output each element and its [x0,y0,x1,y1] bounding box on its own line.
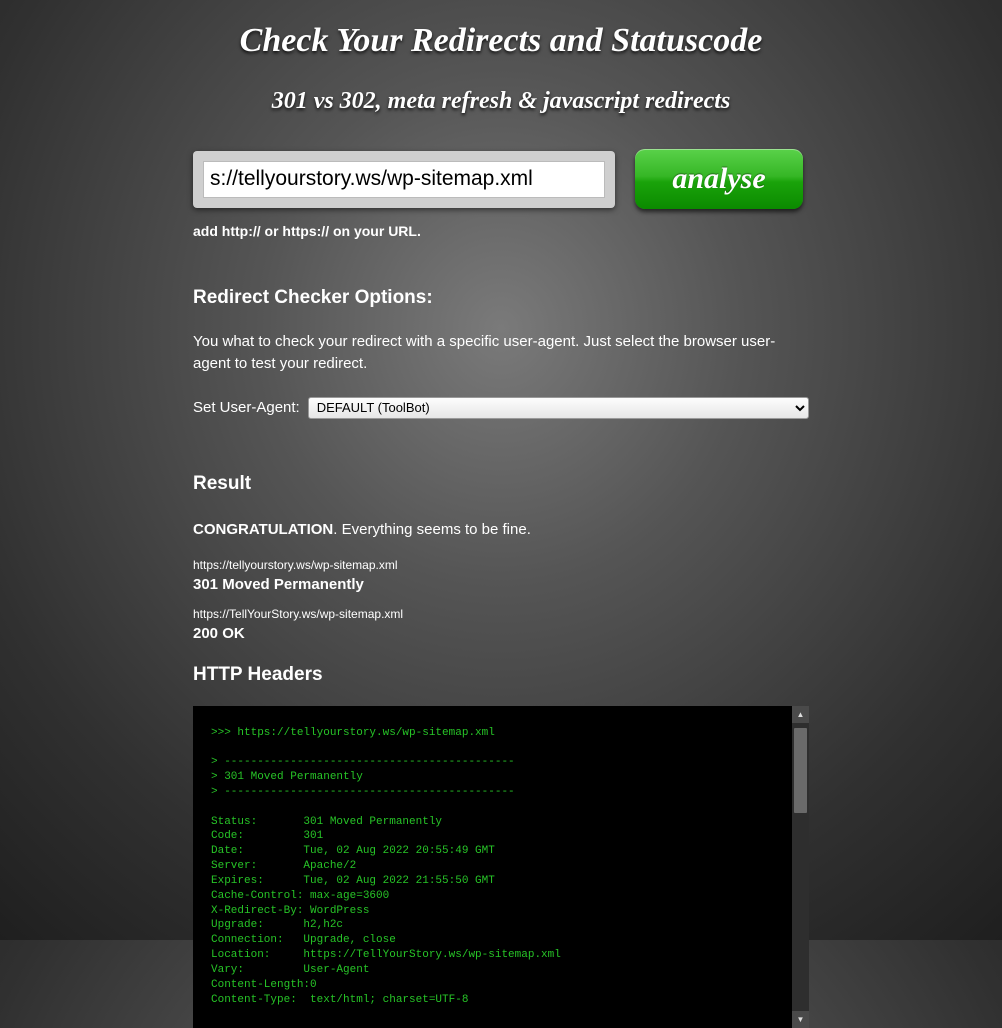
url-input-wrapper [193,151,615,208]
terminal-wrapper: >>> https://tellyourstory.ws/wp-sitemap.… [193,706,809,1028]
result-status: 200 OK [193,625,809,642]
result-url: https://TellYourStory.ws/wp-sitemap.xml [193,607,809,621]
result-status: 301 Moved Permanently [193,576,809,593]
page-title: Check Your Redirects and Statuscode [193,22,809,60]
http-headers-terminal[interactable]: >>> https://tellyourstory.ws/wp-sitemap.… [193,706,809,1028]
result-entry: https://TellYourStory.ws/wp-sitemap.xml … [193,607,809,642]
url-hint: add http:// or https:// on your URL. [193,223,809,239]
user-agent-select[interactable]: DEFAULT (ToolBot) [308,397,809,419]
scroll-up-icon[interactable]: ▲ [792,706,809,723]
scroll-down-icon[interactable]: ▼ [792,1011,809,1028]
result-entry: https://tellyourstory.ws/wp-sitemap.xml … [193,558,809,593]
analyse-button[interactable]: analyse [635,149,803,209]
options-title: Redirect Checker Options: [193,287,809,309]
result-url: https://tellyourstory.ws/wp-sitemap.xml [193,558,809,572]
scroll-thumb[interactable] [794,728,807,813]
options-description: You what to check your redirect with a s… [193,331,793,375]
http-headers-title: HTTP Headers [193,664,809,686]
url-input[interactable] [203,161,605,198]
terminal-scrollbar[interactable]: ▲ ▼ [792,706,809,1028]
congrat-word: CONGRATULATION [193,521,333,538]
result-summary: CONGRATULATION. Everything seems to be f… [193,521,809,538]
ua-label: Set User-Agent: [193,399,300,416]
url-form: analyse [193,149,809,209]
page-subtitle: 301 vs 302, meta refresh & javascript re… [193,88,809,115]
result-title: Result [193,473,809,495]
congrat-rest: . Everything seems to be fine. [333,521,531,538]
